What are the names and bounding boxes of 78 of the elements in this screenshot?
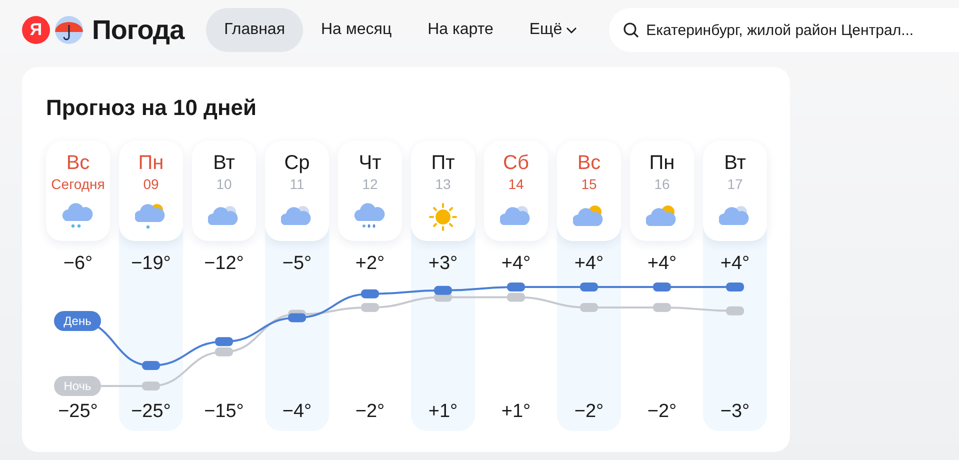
forecast-title: Прогноз на 10 дней: [46, 95, 258, 121]
chevron-down-icon: [566, 26, 578, 34]
weekday-label: Сб: [503, 151, 529, 175]
temperature-point: [507, 282, 525, 292]
day-temperature: +3°: [428, 253, 458, 275]
day-temperature: +4°: [720, 253, 750, 275]
search-field[interactable]: Екатеринбург, жилой район Централ...: [609, 8, 959, 52]
night-temperature: −3°: [720, 401, 750, 423]
weekday-label: Пн: [649, 151, 675, 175]
date-label: 16: [654, 175, 670, 193]
day-temperature: −12°: [204, 253, 244, 275]
night-temperature: +1°: [501, 401, 531, 423]
nav-tab[interactable]: Главная: [206, 8, 303, 52]
date-label: 14: [508, 175, 524, 193]
weekday-label: Пн: [138, 151, 164, 175]
temperature-point: [361, 289, 379, 298]
day-temperature: +2°: [355, 253, 385, 275]
weekday-label: Вс: [577, 151, 601, 175]
date-label: 13: [435, 175, 451, 193]
weekday-label: Пт: [431, 151, 455, 175]
nav-tab[interactable]: На месяц: [303, 8, 410, 52]
nav-tab[interactable]: На карте: [410, 8, 512, 52]
temperature-point: [215, 347, 233, 356]
temperature-point: [653, 282, 671, 292]
date-label: 11: [290, 175, 304, 193]
night-temperature: −2°: [647, 401, 677, 423]
temperature-point: [215, 337, 233, 346]
temperature-point: [507, 292, 525, 302]
day-card[interactable]: Пт 13: [411, 141, 475, 241]
weekday-label: Вт: [724, 151, 746, 175]
day-temperature: −5°: [282, 253, 312, 275]
date-label: 12: [362, 175, 378, 193]
weekday-label: Вт: [213, 151, 235, 175]
day-card[interactable]: Чт 12: [338, 141, 402, 241]
series-label: Ночь: [54, 376, 101, 396]
date-label: 15: [581, 175, 597, 193]
snow-cloud-icon: [135, 201, 167, 231]
search-icon: [623, 22, 640, 38]
weekday-label: Вс: [66, 151, 90, 175]
temperature-point: [580, 282, 598, 292]
nav-tab[interactable]: Ещё: [511, 8, 596, 52]
day-card[interactable]: Сб 14: [484, 141, 548, 241]
day-card[interactable]: Вс 15: [557, 141, 621, 241]
night-temperature: −2°: [574, 401, 604, 423]
night-temperature: −25°: [131, 401, 171, 423]
day-card[interactable]: Вс Сегодня: [46, 141, 110, 241]
temperature-point: [142, 361, 160, 370]
day-card[interactable]: Ср 11: [265, 141, 329, 241]
brand-name: Погода: [92, 14, 184, 46]
night-temperature: −2°: [355, 401, 385, 423]
date-label: 10: [216, 175, 232, 193]
night-temperature: −15°: [204, 401, 244, 423]
day-temperature: +4°: [647, 253, 677, 275]
temperature-point: [726, 282, 744, 292]
temperature-point: [288, 313, 306, 322]
date-label: 17: [727, 175, 743, 193]
temperature-point: [361, 302, 379, 312]
date-label: Сегодня: [51, 175, 105, 193]
weekday-label: Ср: [284, 151, 310, 175]
temperature-point: [142, 382, 160, 390]
day-card[interactable]: Вт 10: [192, 141, 256, 241]
series-label: День: [54, 311, 101, 332]
sun-icon: [427, 201, 459, 231]
logo-mark[interactable]: Я: [22, 16, 50, 44]
day-card[interactable]: Пн 09: [119, 141, 183, 241]
day-temperature: +4°: [501, 253, 531, 275]
night-temperature: +1°: [428, 401, 458, 423]
weekday-label: Чт: [358, 151, 382, 175]
day-card[interactable]: Вт 17: [703, 141, 767, 241]
day-temperature: −6°: [63, 253, 93, 275]
temperature-point: [653, 302, 671, 312]
night-temperature: −25°: [58, 401, 98, 423]
day-temperature: −19°: [131, 253, 171, 275]
date-label: 09: [143, 175, 159, 193]
day-temperature: +4°: [574, 253, 604, 275]
day-card[interactable]: Пн 16: [630, 141, 694, 241]
umbrella-icon: [55, 16, 83, 44]
night-temperature: −4°: [282, 401, 312, 423]
